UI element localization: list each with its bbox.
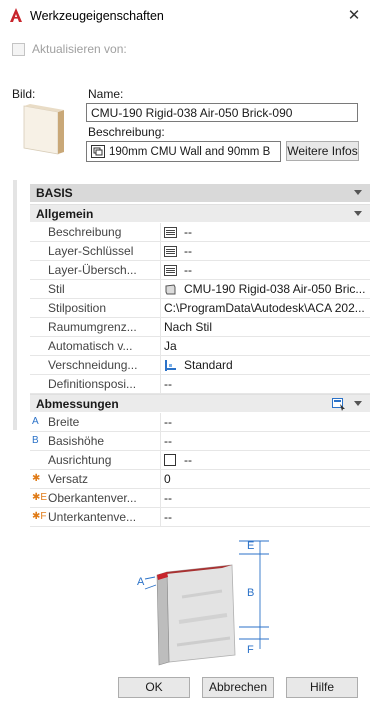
preview-label: Bild: (12, 87, 36, 101)
justify-checkbox[interactable] (164, 454, 176, 466)
prop-name: Ausrichtung (48, 453, 112, 467)
prop-name: Raumumgrenz... (48, 320, 137, 334)
autocad-app-icon (10, 8, 22, 22)
prop-name: Stil (48, 282, 65, 296)
prop-name: Versatz (48, 472, 89, 486)
wall-dimension-diagram: A E B F (137, 540, 269, 666)
list-icon[interactable] (164, 245, 177, 257)
dimension-marker-b-icon: B (32, 435, 39, 446)
prop-value[interactable]: Ja (164, 337, 366, 355)
prop-value[interactable]: -- (164, 508, 366, 526)
prop-value[interactable]: -- (164, 242, 366, 260)
update-from-label: Aktualisieren von: (32, 42, 127, 56)
diagram-label-a: A (137, 576, 145, 588)
prop-name: Definitionsposi... (48, 377, 137, 391)
prop-name: Stilposition (48, 301, 107, 315)
help-button[interactable]: Hilfe (286, 677, 358, 698)
prop-row-room-bounding[interactable]: Raumumgrenz... Nach Stil (30, 318, 370, 337)
prop-row-base-height[interactable]: B Basishöhe -- (30, 432, 370, 451)
prop-row-style[interactable]: Stil CMU-190 Rigid-038 Air-050 Bric... (30, 280, 370, 299)
dimension-marker-e-icon: ✱E (32, 492, 48, 503)
group-general-label: Allgemein (36, 207, 94, 221)
cleanup-icon (165, 359, 176, 371)
cancel-button[interactable]: Abbrechen (202, 677, 274, 698)
prop-name: Beschreibung (48, 225, 122, 239)
prop-row-offset[interactable]: ✱ Versatz 0 (30, 470, 370, 489)
prop-value[interactable]: -- (164, 432, 366, 450)
prop-row-cleanup[interactable]: Verschneidung... Standard (30, 356, 370, 375)
prop-value[interactable]: Standard (164, 356, 366, 374)
collapse-arrow-icon[interactable] (354, 190, 362, 195)
prop-name: Basishöhe (48, 434, 105, 448)
dimension-marker-a-icon: A (32, 416, 39, 427)
prop-row-beschreibung[interactable]: Beschreibung -- (30, 223, 370, 242)
prop-row-auto[interactable]: Automatisch v... Ja (30, 337, 370, 356)
prop-row-justify[interactable]: Ausrichtung -- (30, 451, 370, 470)
prop-row-layer-key[interactable]: Layer-Schlüssel -- (30, 242, 370, 261)
collapse-arrow-icon[interactable] (354, 401, 362, 406)
ok-button[interactable]: OK (118, 677, 190, 698)
collapse-arrow-icon[interactable] (354, 211, 362, 216)
prop-row-layer-override[interactable]: Layer-Übersch... -- (30, 261, 370, 280)
diagram-label-f: F (247, 644, 254, 656)
dimension-marker-offset-icon: ✱ (32, 473, 41, 484)
prop-name: Layer-Schlüssel (48, 244, 134, 258)
prop-name: Breite (48, 415, 80, 429)
group-dimensions-label: Abmessungen (36, 397, 119, 411)
prop-row-style-location[interactable]: Stilposition C:\ProgramData\Autodesk\ACA… (30, 299, 370, 318)
prop-value[interactable]: -- (164, 261, 366, 279)
prop-name: Layer-Übersch... (48, 263, 137, 277)
more-info-button[interactable]: Weitere Infos (286, 141, 359, 161)
prop-row-bottom-offset[interactable]: ✱F Unterkantenve... -- (30, 508, 370, 527)
prop-row-top-offset[interactable]: ✱E Oberkantenver... -- (30, 489, 370, 508)
prop-value[interactable]: -- (164, 375, 366, 393)
prop-row-width[interactable]: A Breite -- (30, 413, 370, 432)
quick-select-icon[interactable] (332, 397, 346, 411)
prop-value[interactable]: -- (164, 489, 366, 507)
description-field[interactable]: 190mm CMU Wall and 90mm B (86, 141, 281, 162)
diagram-label-b: B (247, 587, 254, 599)
group-general[interactable]: Allgemein (30, 204, 370, 222)
window-title: Werkzeugeigenschaften (30, 9, 164, 23)
wall-preview-image (23, 104, 64, 155)
prop-value[interactable]: 0 (164, 470, 366, 488)
wall-style-icon (165, 283, 176, 294)
list-icon[interactable] (164, 264, 177, 276)
description-label: Beschreibung: (88, 125, 165, 139)
category-basis-label: BASIS (36, 186, 73, 200)
name-input[interactable]: CMU-190 Rigid-038 Air-050 Brick-090 (86, 103, 358, 122)
prop-value[interactable]: -- (164, 413, 366, 431)
update-from-checkbox[interactable] (12, 42, 25, 56)
prop-name: Unterkantenve... (48, 510, 137, 524)
prop-name: Automatisch v... (48, 339, 133, 353)
diagram-label-e: E (247, 540, 254, 552)
category-basis[interactable]: BASIS (30, 184, 370, 202)
prop-row-definition[interactable]: Definitionsposi... -- (30, 375, 370, 394)
prop-value[interactable]: -- (164, 451, 366, 469)
prop-value[interactable]: Nach Stil (164, 318, 366, 336)
name-label: Name: (88, 87, 124, 101)
description-edit-icon[interactable] (91, 145, 105, 158)
prop-name: Verschneidung... (48, 358, 138, 372)
prop-value[interactable]: -- (164, 223, 366, 241)
list-icon[interactable] (164, 226, 177, 238)
grid-gutter (13, 180, 17, 430)
prop-value[interactable]: C:\ProgramData\Autodesk\ACA 202... (164, 299, 366, 317)
prop-name: Oberkantenver... (48, 491, 137, 505)
close-icon[interactable]: ✕ (341, 4, 367, 28)
update-from-row: Aktualisieren von: (12, 41, 127, 57)
dimension-marker-f-icon: ✱F (32, 511, 47, 522)
prop-value[interactable]: CMU-190 Rigid-038 Air-050 Bric... (164, 280, 366, 298)
title-bar: Werkzeugeigenschaften ✕ (0, 0, 371, 32)
description-value: 190mm CMU Wall and 90mm B (109, 145, 271, 158)
group-dimensions[interactable]: Abmessungen (30, 394, 370, 412)
